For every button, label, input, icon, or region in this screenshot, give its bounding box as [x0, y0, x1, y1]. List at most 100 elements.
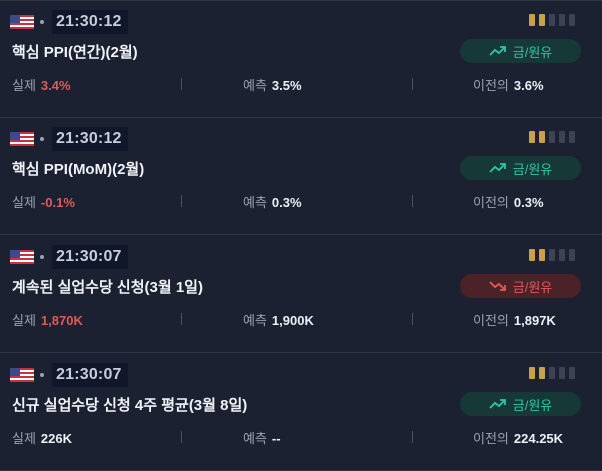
- importance-bar: [529, 249, 535, 261]
- previous-label: 이전의: [473, 78, 509, 93]
- actual-number: 226K: [40, 431, 72, 446]
- importance-indicator: [529, 367, 575, 379]
- event-values: 실제 3.4% 예측 3.5% 이전의 3.6%: [0, 75, 602, 97]
- forecast-label: 예측: [243, 313, 267, 328]
- event-card[interactable]: 21:30:07 신규 실업수당 신청 4주 평균(3월 8일) 금/원유 실제…: [0, 354, 602, 471]
- importance-bar: [549, 131, 555, 143]
- actual-number: -0.1%: [40, 195, 75, 210]
- actual-value: 실제 1,870K: [12, 310, 83, 329]
- forecast-number: 0.3%: [271, 195, 302, 210]
- previous-label: 이전의: [473, 313, 509, 328]
- event-time: 21:30:07: [52, 363, 128, 387]
- event-card[interactable]: 21:30:07 계속된 실업수당 신청(3월 1일) 금/원유 실제 1,870…: [0, 236, 602, 353]
- importance-bar: [539, 249, 545, 261]
- event-time: 21:30:12: [52, 127, 128, 151]
- divider: [181, 313, 182, 325]
- importance-bar: [549, 249, 555, 261]
- importance-bar: [549, 367, 555, 379]
- trend-up-icon: [489, 398, 507, 410]
- us-flag-icon: [10, 132, 34, 146]
- event-values: 실제 226K 예측 -- 이전의 224.25K: [0, 428, 602, 450]
- event-title[interactable]: 핵심 PPI(MoM)(2월): [12, 158, 144, 179]
- previous-number: 224.25K: [513, 431, 564, 446]
- event-time-chip: 21:30:07: [10, 363, 128, 387]
- separator-dot: [40, 137, 44, 141]
- separator-dot: [40, 255, 44, 259]
- event-title[interactable]: 핵심 PPI(연간)(2월): [12, 41, 138, 62]
- event-title[interactable]: 신규 실업수당 신청 4주 평균(3월 8일): [12, 394, 247, 415]
- importance-indicator: [529, 14, 575, 26]
- event-time: 21:30:12: [52, 10, 128, 34]
- us-flag-icon: [10, 15, 34, 29]
- actual-value: 실제 226K: [12, 428, 72, 447]
- importance-bar: [569, 249, 575, 261]
- forecast-value: 예측 0.3%: [243, 192, 302, 211]
- event-title[interactable]: 계속된 실업수당 신청(3월 1일): [12, 276, 203, 297]
- actual-number: 1,870K: [40, 313, 83, 328]
- impact-tag[interactable]: 금/원유: [460, 39, 581, 63]
- event-time-chip: 21:30:07: [10, 245, 128, 269]
- us-flag-icon: [10, 250, 34, 264]
- importance-bar: [529, 131, 535, 143]
- importance-bar: [559, 249, 565, 261]
- divider: [412, 78, 413, 90]
- importance-bar: [569, 14, 575, 26]
- divider: [412, 313, 413, 325]
- previous-value: 이전의 3.6%: [473, 75, 544, 94]
- event-time: 21:30:07: [52, 245, 128, 269]
- trend-down-icon: [489, 280, 507, 292]
- importance-indicator: [529, 249, 575, 261]
- actual-value: 실제 -0.1%: [12, 192, 75, 211]
- forecast-number: 1,900K: [271, 313, 314, 328]
- impact-tag[interactable]: 금/원유: [460, 392, 581, 416]
- actual-label: 실제: [12, 431, 36, 446]
- importance-bar: [549, 14, 555, 26]
- impact-tag[interactable]: 금/원유: [460, 156, 581, 180]
- previous-label: 이전의: [473, 195, 509, 210]
- importance-bar: [529, 14, 535, 26]
- trend-up-icon: [489, 162, 507, 174]
- forecast-value: 예측 3.5%: [243, 75, 302, 94]
- event-values: 실제 -0.1% 예측 0.3% 이전의 0.3%: [0, 192, 602, 214]
- importance-bar: [559, 131, 565, 143]
- previous-number: 0.3%: [513, 195, 544, 210]
- previous-value: 이전의 224.25K: [473, 428, 563, 447]
- trend-up-icon: [489, 45, 507, 57]
- forecast-label: 예측: [243, 431, 267, 446]
- importance-bar: [569, 131, 575, 143]
- previous-number: 3.6%: [513, 78, 544, 93]
- forecast-label: 예측: [243, 195, 267, 210]
- impact-tag-label: 금/원유: [512, 397, 553, 413]
- previous-number: 1,897K: [513, 313, 556, 328]
- forecast-number: 3.5%: [271, 78, 302, 93]
- impact-tag-label: 금/원유: [512, 44, 553, 60]
- divider: [181, 78, 182, 90]
- event-card[interactable]: 21:30:12 핵심 PPI(MoM)(2월) 금/원유 실제 -0.1% 예측…: [0, 118, 602, 235]
- impact-tag-label: 금/원유: [512, 279, 553, 295]
- forecast-value: 예측 --: [243, 428, 281, 447]
- forecast-number: --: [271, 431, 281, 446]
- importance-bar: [569, 367, 575, 379]
- previous-value: 이전의 1,897K: [473, 310, 556, 329]
- importance-bar: [539, 14, 545, 26]
- actual-number: 3.4%: [40, 78, 71, 93]
- event-time-chip: 21:30:12: [10, 127, 128, 151]
- importance-bar: [539, 131, 545, 143]
- previous-label: 이전의: [473, 431, 509, 446]
- divider: [181, 195, 182, 207]
- us-flag-icon: [10, 368, 34, 382]
- separator-dot: [40, 20, 44, 24]
- impact-tag[interactable]: 금/원유: [460, 274, 581, 298]
- importance-bar: [539, 367, 545, 379]
- importance-bar: [529, 367, 535, 379]
- separator-dot: [40, 373, 44, 377]
- event-time-chip: 21:30:12: [10, 10, 128, 34]
- economic-calendar-feed: 21:30:12 핵심 PPI(연간)(2월) 금/원유 실제 3.4% 예측 3.…: [0, 0, 602, 471]
- event-card[interactable]: 21:30:12 핵심 PPI(연간)(2월) 금/원유 실제 3.4% 예측 3.…: [0, 0, 602, 118]
- importance-bar: [559, 14, 565, 26]
- previous-value: 이전의 0.3%: [473, 192, 544, 211]
- actual-value: 실제 3.4%: [12, 75, 71, 94]
- importance-bar: [559, 367, 565, 379]
- divider: [412, 195, 413, 207]
- actual-label: 실제: [12, 195, 36, 210]
